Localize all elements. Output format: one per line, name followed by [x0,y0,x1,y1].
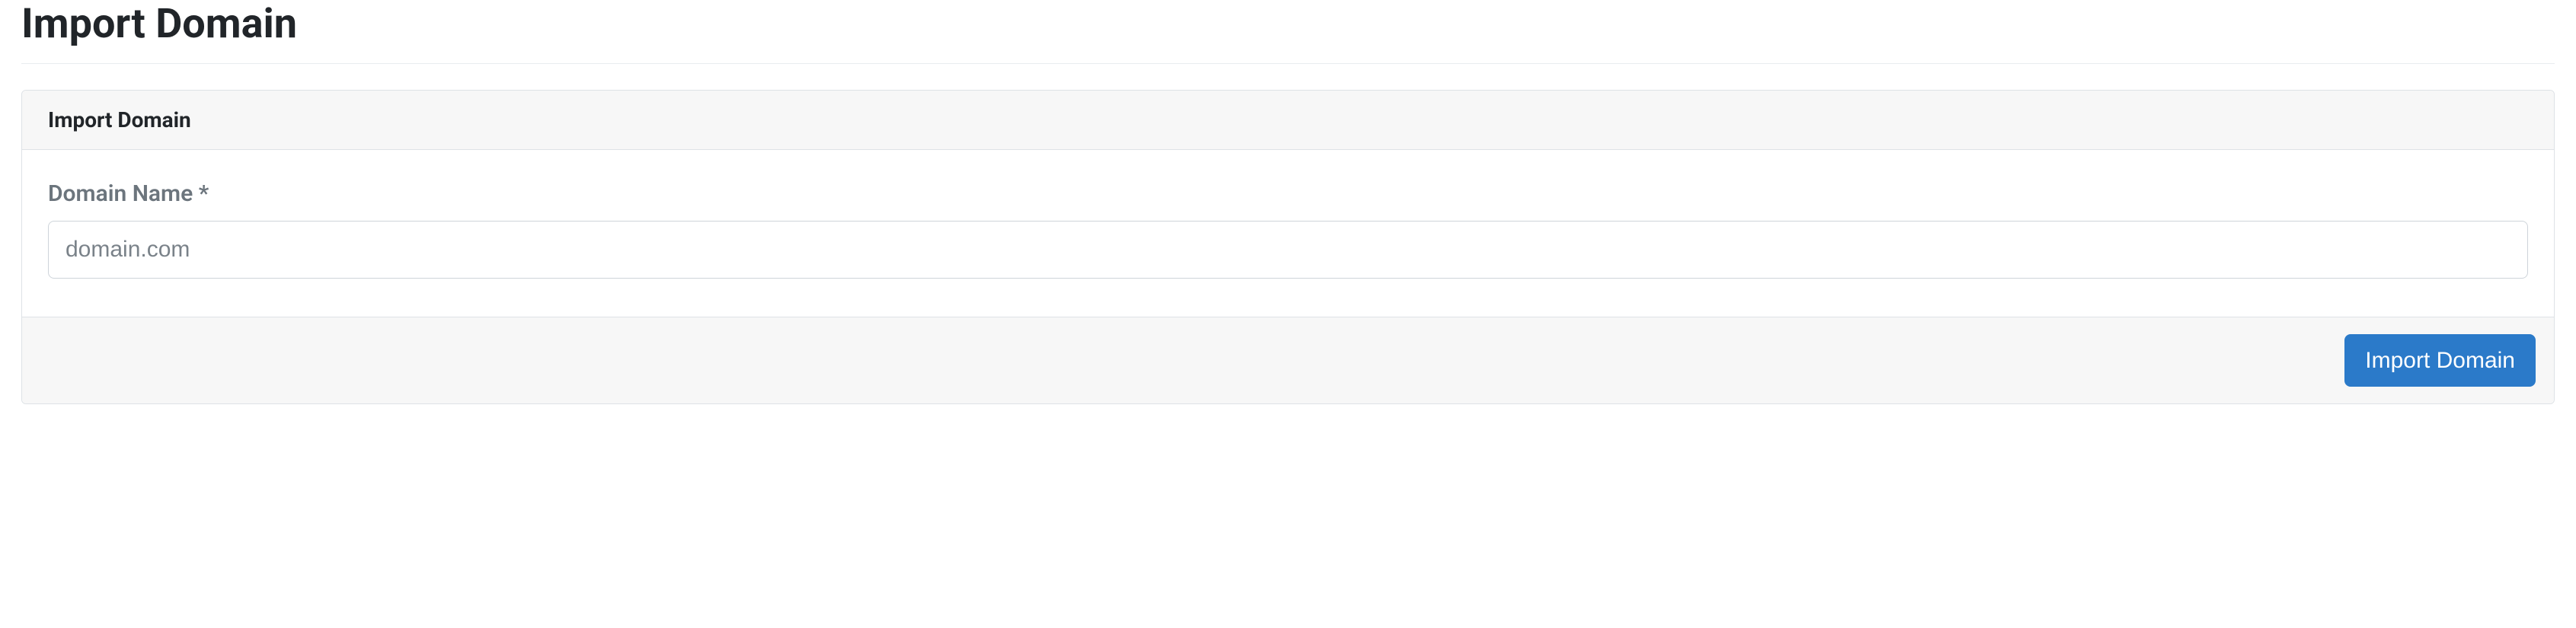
panel-footer: Import Domain [22,317,2554,403]
import-domain-button[interactable]: Import Domain [2344,334,2536,387]
panel-body: Domain Name * [22,150,2554,317]
domain-name-input[interactable] [48,221,2528,279]
domain-name-group: Domain Name * [48,180,2528,279]
panel-header: Import Domain [22,91,2554,150]
page-title: Import Domain [21,0,2555,64]
domain-name-label: Domain Name * [48,180,2528,207]
import-domain-panel: Import Domain Domain Name * Import Domai… [21,90,2555,404]
